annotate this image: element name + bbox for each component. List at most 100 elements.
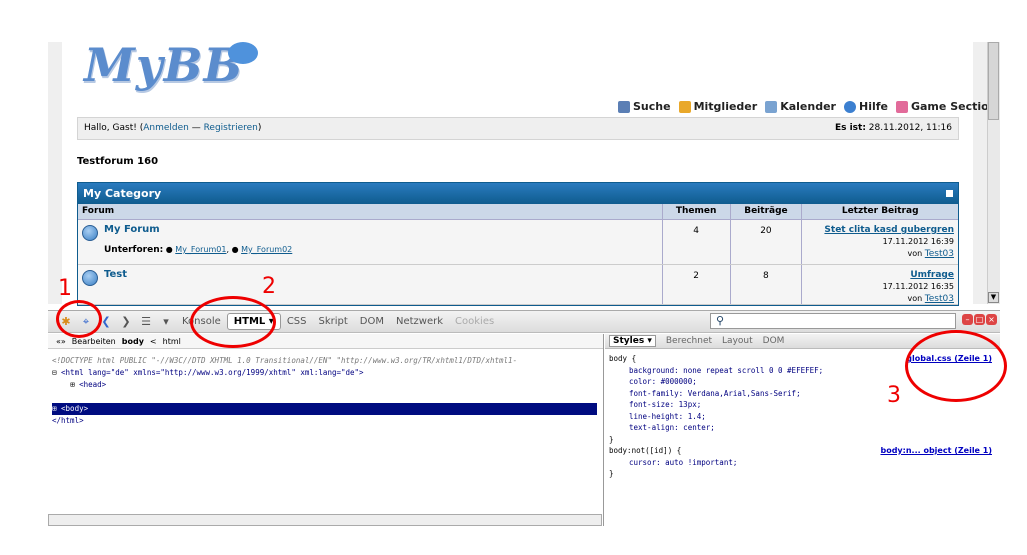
- last-post-user[interactable]: Test03: [925, 294, 954, 304]
- column-forum: Forum: [78, 204, 663, 219]
- category-table: My Category Forum Themen Beiträge Letzte…: [77, 182, 959, 306]
- column-posts: Beiträge: [731, 204, 803, 219]
- tab-network[interactable]: Netzwerk: [390, 316, 449, 327]
- members-link-label: Mitglieder: [693, 100, 758, 113]
- annotation-circle-1: [56, 300, 102, 338]
- css-property[interactable]: font-size: 13px;: [609, 399, 996, 411]
- board-title: Testforum 160: [77, 156, 159, 167]
- current-date: Es ist: 28.11.2012, 11:16: [835, 123, 952, 134]
- thread-count: 2: [663, 265, 731, 304]
- post-count: 8: [731, 265, 803, 304]
- last-post-by: von: [907, 249, 923, 258]
- breadcrumb-html[interactable]: html: [163, 337, 181, 346]
- html-open-tag: <html lang="de" xmlns="http://www.w3.org…: [61, 368, 364, 377]
- calendar-link[interactable]: Kalender: [765, 100, 836, 113]
- welcome-prefix: Hallo, Gast! (: [84, 123, 144, 133]
- expand-icon[interactable]: «»: [56, 337, 66, 346]
- annotation-number-3: 3: [887, 383, 901, 408]
- detach-icon[interactable]: □: [974, 314, 985, 325]
- login-link[interactable]: Anmelden: [143, 123, 189, 133]
- search-icon: ⚲: [716, 314, 725, 327]
- last-post-by: von: [907, 294, 923, 303]
- top-links: Suche Mitglieder Kalender Hilfe Game Sec…: [618, 100, 997, 113]
- head-node[interactable]: ⊞ <head>: [70, 380, 106, 389]
- close-icon[interactable]: ×: [986, 314, 997, 325]
- subforum-link[interactable]: My_Forum01: [175, 245, 226, 254]
- body-tag: <body>: [61, 404, 89, 413]
- collapse-icon[interactable]: [946, 190, 953, 197]
- tab-script[interactable]: Skript: [313, 316, 354, 327]
- dom-tree: <!DOCTYPE html PUBLIC "-//W3C//DTD XHTML…: [48, 349, 603, 427]
- annotation-number-2: 2: [262, 274, 276, 299]
- table-row: My Forum Unterforen: ● My_Forum01, ● My_…: [78, 220, 958, 265]
- css-property[interactable]: line-height: 1.4;: [609, 411, 996, 423]
- forum-link[interactable]: My Forum: [104, 224, 292, 235]
- last-post-link[interactable]: Umfrage: [910, 270, 954, 280]
- subforums-label: Unterforen:: [104, 245, 164, 255]
- forum-status-icon: [82, 270, 98, 286]
- forward-icon[interactable]: ❯: [119, 315, 133, 329]
- welcome-bar: Hallo, Gast! (Anmelden — Registrieren) E…: [77, 117, 959, 140]
- last-post-user[interactable]: Test03: [925, 249, 954, 259]
- css-property[interactable]: text-align: center;: [609, 422, 996, 434]
- last-post-link[interactable]: Stet clita kasd gubergren: [824, 225, 954, 235]
- subforum-link[interactable]: My_Forum02: [241, 245, 292, 254]
- html-node[interactable]: ⊟ <html lang="de" xmlns="http://www.w3.o…: [52, 368, 364, 377]
- scrollbar-thumb[interactable]: [988, 42, 999, 120]
- game-icon: [895, 100, 908, 113]
- minimize-icon[interactable]: –: [962, 314, 973, 325]
- breadcrumb-body[interactable]: body: [122, 337, 144, 346]
- forum-cell: My Forum Unterforen: ● My_Forum01, ● My_…: [78, 220, 663, 264]
- css-property[interactable]: cursor: auto !important;: [609, 457, 996, 469]
- forum-cell: Test: [78, 265, 663, 304]
- last-post-date: 17.11.2012 16:35: [882, 282, 954, 291]
- welcome-suffix: ): [257, 123, 262, 133]
- welcome-dash: —: [188, 123, 204, 133]
- head-tag: <head>: [79, 380, 107, 389]
- game-section-link[interactable]: Game Section: [895, 100, 997, 113]
- table-header: Forum Themen Beiträge Letzter Beitrag: [78, 204, 958, 220]
- search-icon: [618, 100, 630, 113]
- mybb-logo[interactable]: MyBB: [84, 38, 243, 92]
- tab-computed[interactable]: Berechnet: [666, 336, 712, 346]
- body-node-selected[interactable]: ⊞ <body>: [52, 403, 597, 415]
- css-close: }: [609, 469, 614, 478]
- calendar-link-label: Kalender: [780, 100, 836, 113]
- dropdown-icon[interactable]: ▾: [159, 315, 173, 329]
- help-link[interactable]: Hilfe: [843, 100, 888, 113]
- css-source-link[interactable]: body:n... object (Zeile 1): [880, 445, 992, 457]
- category-title[interactable]: My Category: [83, 187, 161, 200]
- html-panel-scrollbar[interactable]: [48, 514, 602, 526]
- help-icon: [843, 100, 856, 113]
- tab-styles[interactable]: Styles ▾: [609, 335, 656, 347]
- html-panel: «» Bearbeiten body < html <!DOCTYPE html…: [48, 334, 604, 526]
- forum-link[interactable]: Test: [104, 269, 127, 300]
- html-close-tag: </html>: [52, 416, 84, 425]
- subforums: Unterforen: ● My_Forum01, ● My_Forum02: [104, 245, 293, 255]
- calendar-icon: [765, 100, 778, 113]
- annotation-circle-2: [190, 296, 276, 348]
- annotation-circle-3: [905, 330, 1007, 402]
- members-link[interactable]: Mitglieder: [678, 100, 758, 113]
- search-link[interactable]: Suche: [618, 100, 671, 113]
- column-threads: Themen: [663, 204, 731, 219]
- tab-side-dom[interactable]: DOM: [763, 336, 785, 346]
- expand-node-icon[interactable]: ⊞: [52, 404, 57, 413]
- tab-css[interactable]: CSS: [281, 316, 313, 327]
- tab-layout[interactable]: Layout: [722, 336, 753, 346]
- css-rule: body:n... object (Zeile 1) body:not([id]…: [609, 445, 996, 480]
- expand-node-icon[interactable]: ⊞: [70, 380, 75, 389]
- tab-styles-label: Styles: [613, 336, 645, 346]
- collapse-node-icon[interactable]: ⊟: [52, 368, 57, 377]
- menu-icon[interactable]: ☰: [139, 315, 153, 329]
- thread-count: 4: [663, 220, 731, 264]
- help-link-label: Hilfe: [858, 100, 888, 113]
- register-link[interactable]: Registrieren: [204, 123, 258, 133]
- members-icon: [678, 100, 691, 113]
- firebug-search-input[interactable]: [710, 313, 956, 329]
- logo-bubble-icon: [228, 42, 258, 64]
- welcome-text: Hallo, Gast! (Anmelden — Registrieren): [84, 123, 261, 134]
- tab-cookies[interactable]: Cookies: [449, 316, 500, 327]
- scroll-down-icon[interactable]: ▼: [988, 292, 999, 303]
- tab-dom[interactable]: DOM: [354, 316, 390, 327]
